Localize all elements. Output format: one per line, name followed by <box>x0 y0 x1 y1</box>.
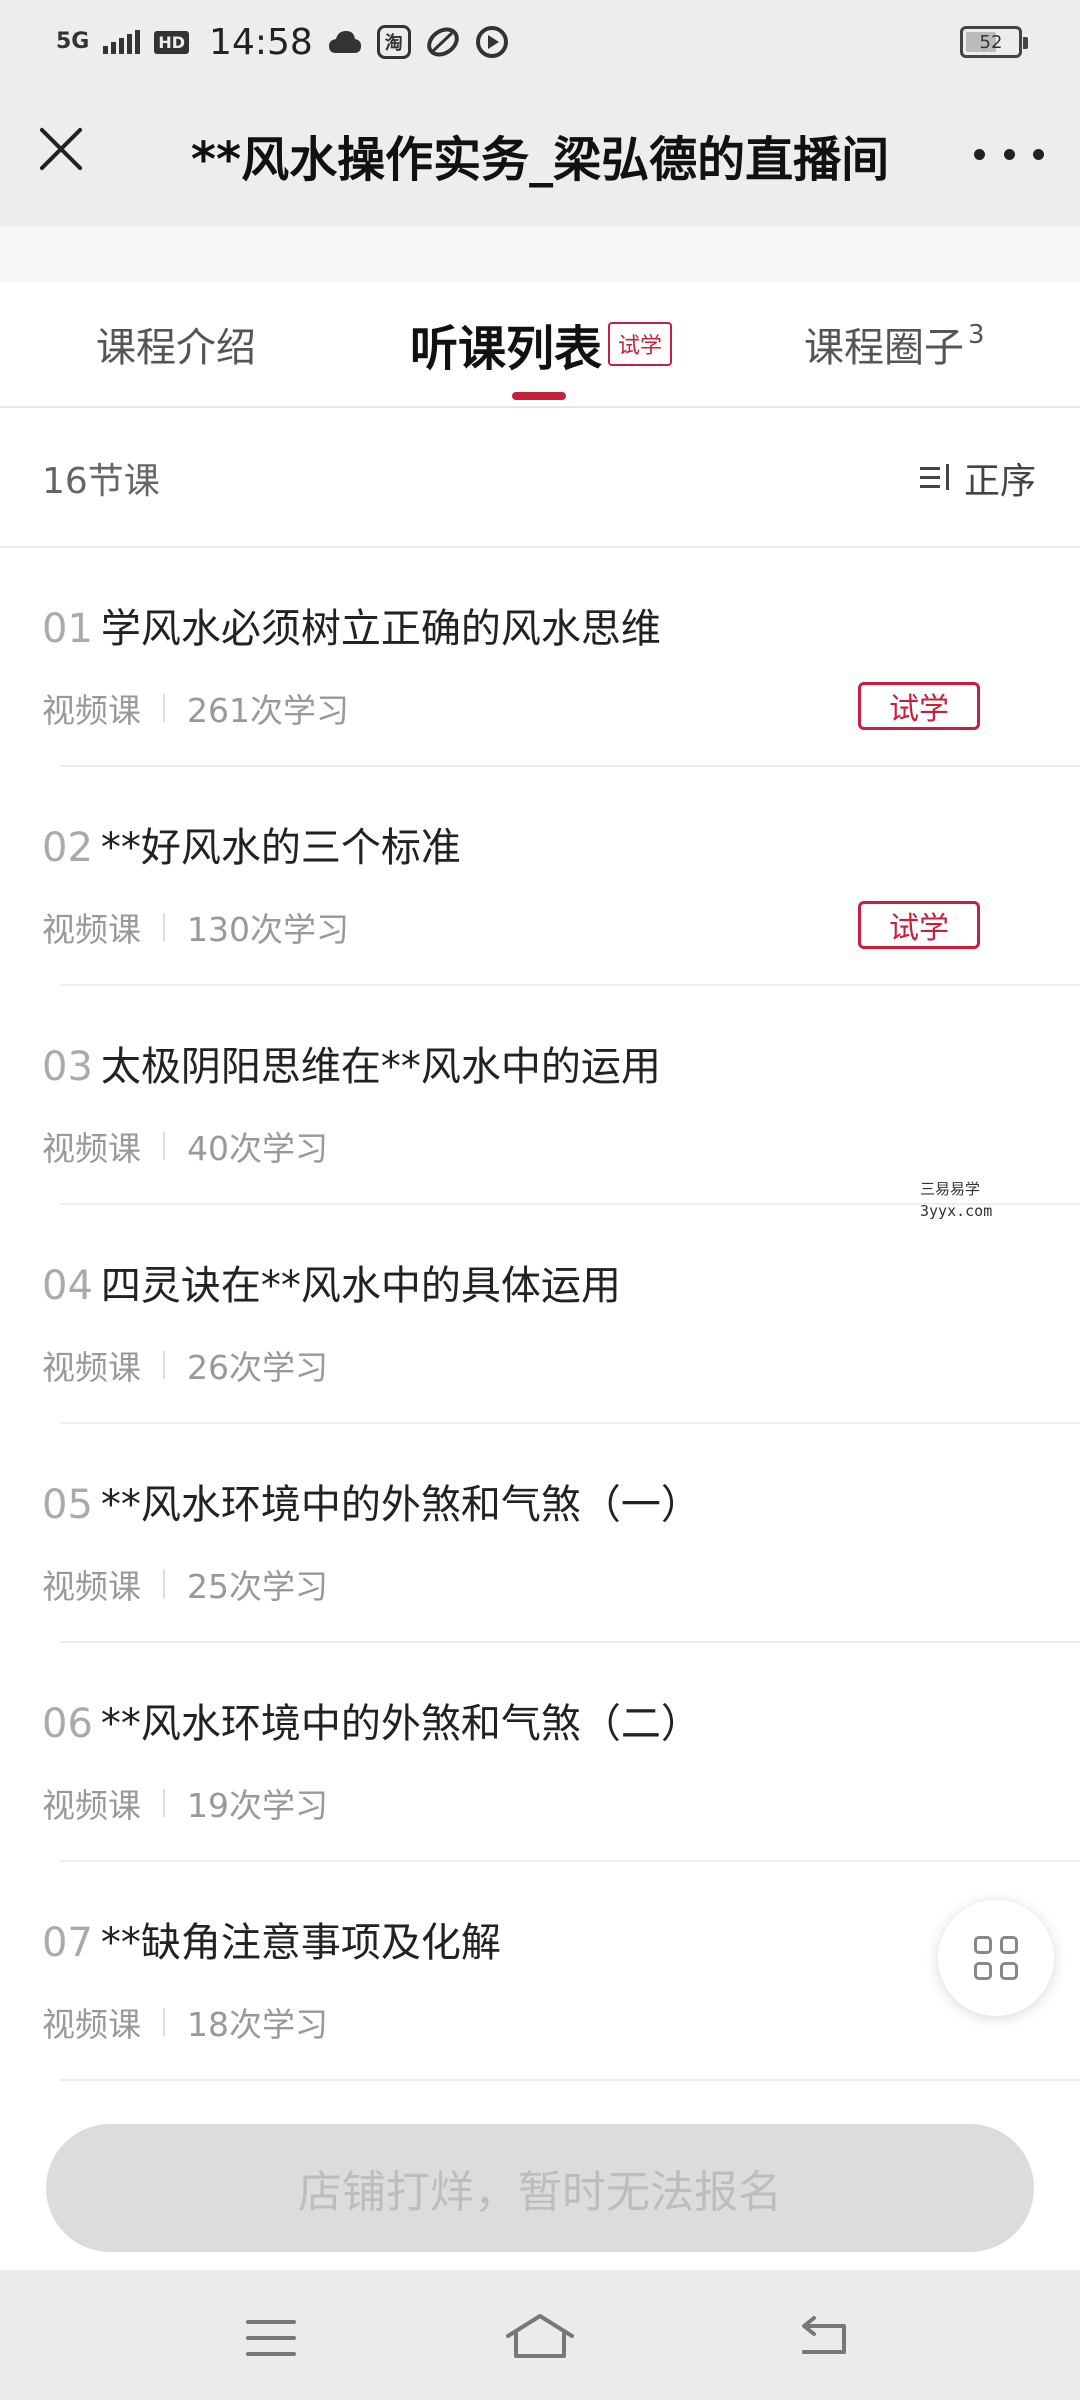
leaf-icon <box>426 27 459 57</box>
lesson-type: 视频课 <box>42 1348 141 1387</box>
lesson-meta: 视频课 25次学习 <box>42 1560 328 1608</box>
lesson-title: 05 **风水环境中的外煞和气煞（一） <box>42 1472 701 1530</box>
lesson-number: 04 <box>42 1263 93 1309</box>
active-tab-indicator <box>512 392 566 400</box>
floating-menu-button[interactable] <box>938 1900 1054 2016</box>
lesson-meta: 视频课 19次学习 <box>42 1779 328 1827</box>
lesson-title-text: **缺角注意事项及化解 <box>100 1920 501 1966</box>
tab-bar: 课程介绍 听课列表 试学 课程圈子 3 <box>0 282 1080 408</box>
lesson-meta: 视频课 18次学习 <box>42 1998 328 2046</box>
tab-count: 3 <box>968 320 985 350</box>
title-bar: **风水操作实务_梁弘德的直播间 <box>0 84 1080 226</box>
lesson-meta: 视频课 26次学习 <box>42 1341 328 1389</box>
trial-button[interactable]: 试学 <box>858 682 980 730</box>
taobao-icon: 淘 <box>376 25 411 59</box>
watermark: 三易易学 3yyx.com <box>920 1178 992 1222</box>
battery-icon: 52 <box>960 26 1028 58</box>
lesson-type: 视频课 <box>42 2005 141 2044</box>
sort-button[interactable]: 正序 <box>919 408 1036 548</box>
lesson-number: 02 <box>42 825 93 871</box>
grid-icon <box>974 1936 1018 1980</box>
lesson-title-text: 学风水必须树立正确的风水思维 <box>100 606 661 652</box>
back-icon[interactable] <box>796 2316 852 2358</box>
lesson-meta: 视频课 130次学习 <box>42 903 349 951</box>
lesson-type: 视频课 <box>42 691 141 730</box>
battery-level: 52 <box>979 31 1003 53</box>
lesson-type: 视频课 <box>42 1567 141 1606</box>
lesson-meta: 视频课 261次学习 <box>42 684 349 732</box>
lesson-title: 03 太极阴阳思维在**风水中的运用 <box>42 1034 661 1092</box>
lesson-number: 05 <box>42 1482 93 1528</box>
list-header: 16节课 正序 <box>0 408 1080 548</box>
lesson-number: 07 <box>42 1920 93 1966</box>
lesson-type: 视频课 <box>42 1786 141 1825</box>
play-icon <box>475 26 508 58</box>
lesson-count: 16节课 <box>42 461 160 502</box>
sort-label: 正序 <box>963 461 1036 502</box>
lesson-views: 261次学习 <box>187 691 349 730</box>
lesson-item[interactable]: 04 四灵诀在**风水中的具体运用 视频课 26次学习 <box>0 1205 1080 1424</box>
trial-button[interactable]: 试学 <box>858 901 980 949</box>
tab-label: 课程圈子 <box>804 325 964 371</box>
lesson-views: 19次学习 <box>187 1786 328 1825</box>
signal-icon <box>103 30 141 54</box>
lesson-views: 130次学习 <box>187 910 349 949</box>
page-title: **风水操作实务_梁弘德的直播间 <box>190 132 890 188</box>
lesson-views: 25次学习 <box>187 1567 328 1606</box>
lesson-title-text: **风水环境中的外煞和气煞（一） <box>100 1482 701 1528</box>
lesson-title: 06 **风水环境中的外煞和气煞（二） <box>42 1691 701 1749</box>
signup-bar: 店铺打烊，暂时无法报名 <box>0 2090 1080 2270</box>
status-bar: 5G HD 14:58 淘 52 <box>0 0 1080 84</box>
lesson-item[interactable]: 03 太极阴阳思维在**风水中的运用 视频课 40次学习 <box>0 986 1080 1205</box>
lesson-title-text: **好风水的三个标准 <box>100 825 461 871</box>
lesson-views: 40次学习 <box>187 1129 328 1168</box>
divider-band <box>0 226 1080 282</box>
lesson-list: 01 学风水必须树立正确的风水思维 视频课 261次学习 试学 02 **好风水的三个… <box>0 548 1080 2081</box>
clock: 14:58 <box>209 21 313 63</box>
lesson-views: 26次学习 <box>187 1348 328 1387</box>
lesson-title: 02 **好风水的三个标准 <box>42 815 461 873</box>
tab-label: 听课列表 <box>410 321 603 377</box>
trial-tag: 试学 <box>608 322 673 366</box>
lesson-item[interactable]: 06 **风水环境中的外煞和气煞（二） 视频课 19次学习 <box>0 1643 1080 1862</box>
lesson-type: 视频课 <box>42 910 141 949</box>
lesson-title-text: **风水环境中的外煞和气煞（二） <box>100 1701 701 1747</box>
status-indicators: 5G HD 14:58 淘 <box>56 22 509 63</box>
lesson-number: 03 <box>42 1044 93 1090</box>
lesson-item[interactable]: 01 学风水必须树立正确的风水思维 视频课 261次学习 试学 <box>0 548 1080 767</box>
lesson-number: 01 <box>42 606 93 652</box>
lesson-item[interactable]: 05 **风水环境中的外煞和气煞（一） 视频课 25次学习 <box>0 1424 1080 1643</box>
cloud-icon <box>328 31 361 53</box>
system-nav-bar <box>0 2270 1080 2400</box>
more-options-icon[interactable] <box>974 134 1044 174</box>
lesson-meta: 视频课 40次学习 <box>42 1122 328 1170</box>
lesson-title-text: 四灵诀在**风水中的具体运用 <box>100 1263 621 1309</box>
lesson-views: 18次学习 <box>187 2005 328 2044</box>
tab-label: 课程介绍 <box>96 325 256 371</box>
signup-button[interactable]: 店铺打烊，暂时无法报名 <box>46 2124 1034 2252</box>
lesson-title-text: 太极阴阳思维在**风水中的运用 <box>100 1044 661 1090</box>
lesson-item[interactable]: 02 **好风水的三个标准 视频课 130次学习 试学 <box>0 767 1080 986</box>
lesson-title: 01 学风水必须树立正确的风水思维 <box>42 596 661 654</box>
network-type: 5G <box>56 29 90 54</box>
watermark-line: 三易易学 <box>920 1180 981 1198</box>
lesson-number: 06 <box>42 1701 93 1747</box>
hd-icon: HD <box>154 30 190 54</box>
lesson-title: 04 四灵诀在**风水中的具体运用 <box>42 1253 621 1311</box>
lesson-title: 07 **缺角注意事项及化解 <box>42 1910 501 1968</box>
watermark-line: 3yyx.com <box>920 1202 993 1220</box>
home-icon[interactable] <box>504 2310 576 2362</box>
tab-course-circle[interactable]: 课程圈子 3 <box>804 282 985 406</box>
recent-apps-icon[interactable] <box>246 2320 296 2356</box>
lesson-item[interactable]: 07 **缺角注意事项及化解 视频课 18次学习 <box>0 1862 1080 2081</box>
lesson-type: 视频课 <box>42 1129 141 1168</box>
tab-course-intro[interactable]: 课程介绍 <box>96 282 256 406</box>
sort-icon <box>919 464 950 492</box>
tab-lesson-list[interactable]: 听课列表 试学 <box>410 282 673 406</box>
close-icon[interactable] <box>36 124 86 174</box>
